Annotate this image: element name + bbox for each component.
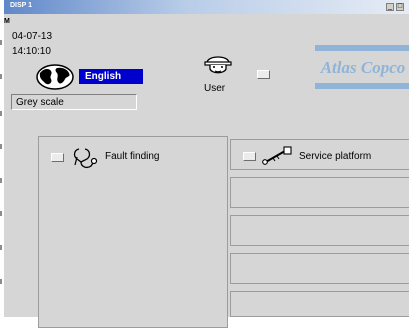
- wrench-icon: [262, 146, 292, 165]
- edge-tick: [0, 111, 2, 116]
- service-platform-panel[interactable]: Service platform: [230, 139, 409, 170]
- atlas-copco-logo: Atlas Copco: [315, 45, 409, 89]
- application-window: DISP 1 _ □ M 04-07-13 14:10:10 English G…: [0, 0, 409, 328]
- stethoscope-icon: [73, 148, 98, 169]
- edge-tick: [0, 279, 2, 284]
- empty-menu-slot[interactable]: [230, 253, 409, 284]
- empty-menu-slot[interactable]: [230, 291, 409, 317]
- fault-finding-label: Fault finding: [105, 151, 160, 162]
- language-selector[interactable]: English: [79, 69, 143, 84]
- edge-tick: [0, 178, 2, 183]
- edge-tick: [0, 74, 2, 79]
- edge-tick: [0, 40, 2, 45]
- date-display: 04-07-13: [12, 31, 53, 42]
- edge-tick: [0, 144, 2, 149]
- edge-tick: [0, 211, 2, 216]
- empty-menu-slot[interactable]: [230, 215, 409, 246]
- maximize-button[interactable]: □: [396, 3, 404, 11]
- grey-scale-field[interactable]: Grey scale: [11, 94, 137, 110]
- title-bar[interactable]: DISP 1 _ □: [4, 0, 409, 14]
- edge-tick: [0, 245, 2, 250]
- user-helmet-icon: [204, 56, 232, 74]
- fault-finding-button[interactable]: [51, 153, 64, 162]
- user-label: User: [204, 83, 226, 94]
- fault-finding-panel: Fault finding: [38, 136, 228, 328]
- mode-indicator: M: [4, 18, 10, 25]
- empty-menu-slot[interactable]: [230, 177, 409, 208]
- window-title: DISP 1: [10, 2, 33, 9]
- display-area: M 04-07-13 14:10:10 English Grey scale U…: [4, 14, 409, 328]
- user-button[interactable]: [257, 70, 270, 79]
- service-platform-button[interactable]: [243, 152, 256, 161]
- globe-icon[interactable]: [36, 64, 74, 90]
- service-platform-label: Service platform: [299, 151, 372, 162]
- minimize-button[interactable]: _: [386, 3, 394, 11]
- time-display: 14:10:10: [12, 46, 51, 57]
- svg-text:Atlas Copco: Atlas Copco: [320, 58, 406, 77]
